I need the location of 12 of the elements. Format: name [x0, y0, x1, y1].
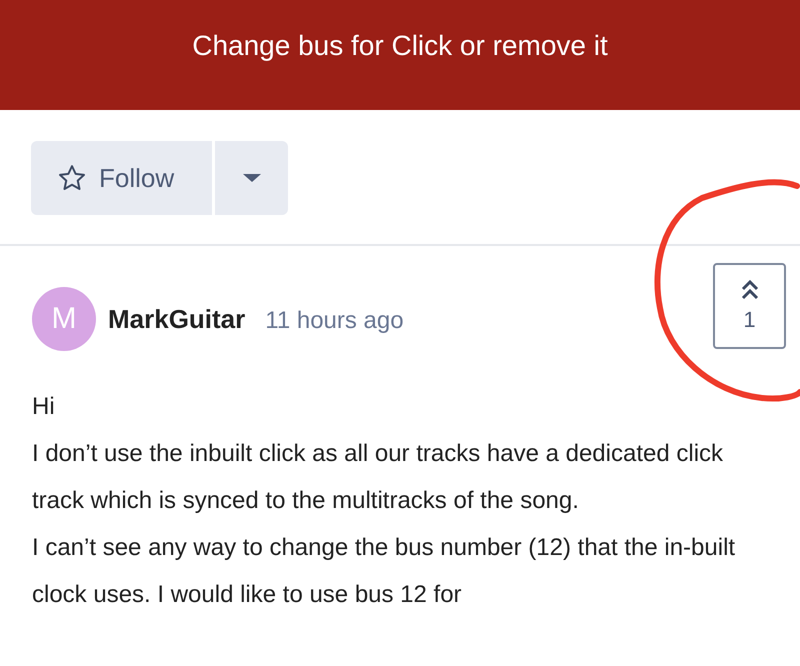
post-paragraph: I don’t use the inbuilt click as all our tracks have a dedicated click track which is synced to the multitracks of the song. — [32, 439, 724, 516]
follow-button[interactable]: Follow — [31, 141, 212, 215]
post-paragraph: I can’t see any way to change the bus number (12) that the in-built clock uses. I would like to use bus 12 for — [32, 533, 736, 610]
post-time: 11 hours ago — [265, 307, 404, 335]
double-chevron-up-icon — [740, 279, 760, 301]
dropdown-button[interactable] — [215, 141, 288, 215]
vote-button[interactable]: 1 — [713, 263, 786, 349]
post-paragraph: Hi — [32, 392, 56, 422]
star-icon — [57, 163, 87, 193]
caret-icon — [242, 173, 262, 183]
author-name[interactable]: MarkGuitar — [108, 304, 246, 334]
page-title: Change bus for Click or remove it — [192, 30, 608, 62]
